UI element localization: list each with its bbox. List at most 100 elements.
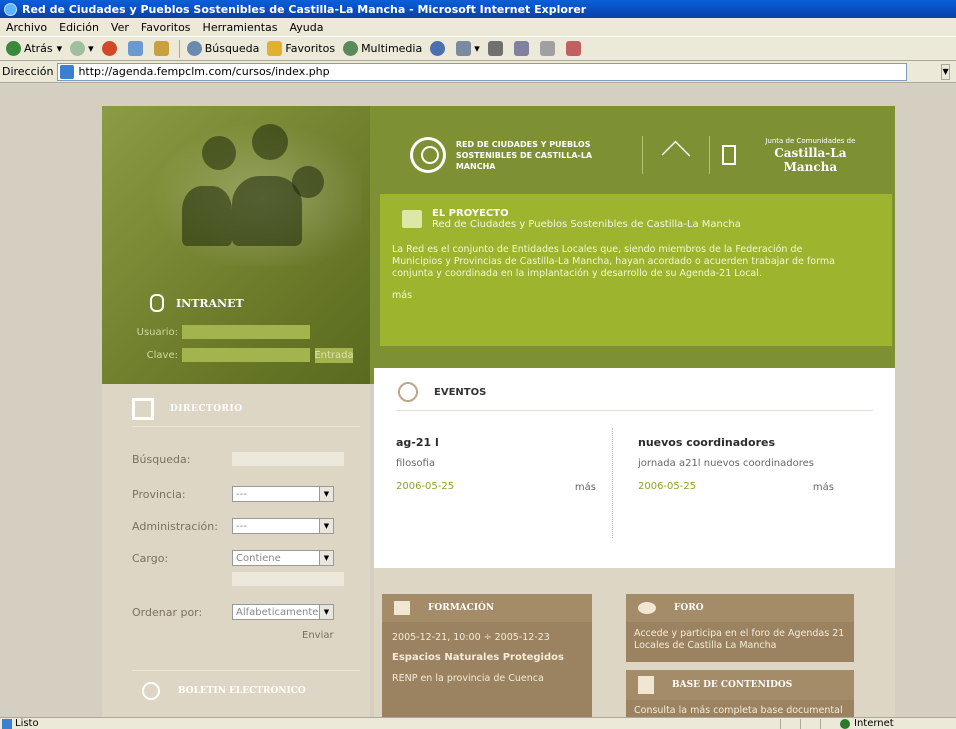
forward-arrow-icon [70, 41, 86, 56]
discuss-button[interactable] [536, 41, 562, 56]
base-title: BASE DE CONTENIDOS [672, 680, 793, 690]
multimedia-button[interactable]: Multimedia [339, 41, 426, 56]
orden-row: Ordenar por: Alfabeticamente ▼ [132, 604, 334, 620]
stop-icon [101, 41, 117, 56]
orden-value: Alfabeticamente [236, 606, 319, 618]
intranet-panel: INTRANET Usuario: Clave: Entrada [102, 106, 370, 384]
red-logo-icon[interactable] [410, 137, 446, 173]
foro-body[interactable]: Accede y participa en el foro de Agendas… [626, 622, 854, 662]
event-desc: filosofia [396, 458, 435, 469]
base-box: BASE DE CONTENIDOS Consulta la más compl… [626, 670, 854, 717]
back-button[interactable]: Atrás ▾ [2, 41, 66, 56]
menu-herramientas[interactable]: Herramientas [197, 21, 284, 34]
window-title: Red de Ciudades y Pueblos Sostenibles de… [22, 2, 587, 16]
print-button[interactable] [484, 41, 510, 56]
proyecto-title: EL PROYECTO [432, 208, 509, 219]
cargo-select[interactable]: Contiene ▼ [232, 550, 334, 566]
history-button[interactable] [426, 41, 452, 56]
menu-bar: Archivo Edición Ver Favoritos Herramient… [0, 18, 956, 36]
search-row: Búsqueda: [132, 452, 344, 466]
speech-bubble-icon [638, 602, 656, 614]
home-button[interactable] [150, 41, 176, 56]
eventos-panel: EVENTOS ag-21 l filosofia 2006-05-25 más… [374, 368, 895, 568]
event-more-link[interactable]: más [575, 482, 596, 493]
event-title[interactable]: nuevos coordinadores [638, 436, 834, 449]
history-icon [430, 41, 446, 56]
menu-ayuda[interactable]: Ayuda [283, 21, 329, 34]
jccm-logo[interactable]: Junta de Comunidades de Castilla-La Manc… [746, 137, 875, 174]
proyecto-body: La Red es el conjunto de Entidades Local… [392, 244, 835, 279]
refresh-button[interactable] [124, 41, 150, 56]
favorites-button[interactable]: Favoritos [263, 41, 339, 56]
cargo-row: Cargo: Contiene ▼ [132, 550, 334, 566]
stop-button[interactable] [98, 41, 124, 56]
event-title[interactable]: ag-21 l [396, 436, 596, 449]
menu-ver[interactable]: Ver [105, 21, 135, 34]
shield-icon [721, 145, 736, 165]
provincia-select[interactable]: --- ▼ [232, 486, 334, 502]
cargo-text-input[interactable] [232, 572, 344, 586]
page-status-icon [2, 718, 12, 729]
chevron-down-icon: ▼ [319, 605, 333, 619]
orden-select[interactable]: Alfabeticamente ▼ [232, 604, 334, 620]
book-icon [402, 210, 422, 228]
security-zone: Internet [840, 718, 894, 729]
formacion-box: FORMACIÓN 2005-12-21, 10:00 ÷ 2005-12-23… [382, 594, 592, 717]
directory-search-input[interactable] [232, 452, 344, 466]
intranet-heading: INTRANET [150, 294, 244, 312]
search-button[interactable]: Búsqueda [183, 41, 264, 56]
home-icon [153, 41, 169, 56]
boletin-heading[interactable]: BOLETIN ELECTRONICO [142, 682, 306, 700]
search-icon [186, 41, 202, 56]
foro-title: FORO [674, 603, 704, 613]
intranet-title: INTRANET [176, 296, 244, 310]
admin-label: Administración: [132, 519, 218, 533]
boletin-title: BOLETIN ELECTRONICO [178, 686, 306, 696]
messenger-button[interactable] [562, 41, 588, 56]
password-row: Clave: [132, 348, 310, 362]
formacion-body: 2005-12-21, 10:00 ÷ 2005-12-23 Espacios … [382, 622, 592, 717]
menu-archivo[interactable]: Archivo [0, 21, 53, 34]
eventos-title: EVENTOS [434, 386, 487, 398]
directorio-submit-button[interactable]: Enviar [302, 630, 334, 641]
print-icon [487, 41, 503, 56]
refresh-icon [127, 41, 143, 56]
proyecto-more-link[interactable]: más [392, 290, 880, 301]
directorio-title: DIRECTORIO [170, 404, 243, 414]
chevron-down-icon: ▼ [319, 487, 333, 501]
event-date: 2006-05-25 [638, 481, 697, 492]
back-label: Atrás [24, 42, 53, 55]
star-icon [267, 41, 283, 56]
password-label: Clave: [146, 349, 178, 361]
provincia-row: Provincia: --- ▼ [132, 486, 334, 502]
newsletter-icon [142, 682, 160, 700]
address-dropdown-button[interactable]: ▼ [941, 63, 950, 80]
user-input[interactable] [182, 325, 310, 339]
base-heading[interactable]: BASE DE CONTENIDOS [626, 670, 854, 700]
address-label: Dirección [2, 65, 54, 78]
menu-favoritos[interactable]: Favoritos [135, 21, 197, 34]
event-more-link[interactable]: más [813, 482, 834, 493]
mail-button[interactable]: ▾ [452, 41, 484, 56]
admin-select[interactable]: --- ▼ [232, 518, 334, 534]
chevron-down-icon: ▼ [319, 551, 333, 565]
address-url: http://agenda.fempclm.com/cursos/index.p… [78, 65, 330, 78]
favorites-label: Favoritos [285, 42, 336, 55]
team-photo [142, 116, 362, 266]
forward-button[interactable]: ▾ [66, 41, 98, 56]
base-body[interactable]: Consulta la más completa base documental [626, 700, 854, 717]
chevron-down-icon: ▼ [942, 67, 949, 76]
foro-heading[interactable]: FORO [626, 594, 854, 622]
menu-edicion[interactable]: Edición [53, 21, 105, 34]
formacion-heading[interactable]: FORMACIÓN [382, 594, 592, 622]
edit-button[interactable] [510, 41, 536, 56]
login-button[interactable]: Entrada [314, 348, 354, 363]
password-input[interactable] [182, 348, 310, 362]
browser-viewport: INTRANET Usuario: Clave: Entrada RED DE … [0, 84, 956, 717]
formacion-course[interactable]: Espacios Naturales Protegidos [392, 652, 582, 664]
status-text: Listo [15, 718, 39, 729]
mail-icon [456, 41, 472, 56]
formacion-title: FORMACIÓN [428, 603, 495, 613]
header-banner: RED DE CIUDADES Y PUEBLOS SOSTENIBLES DE… [370, 106, 895, 384]
address-input[interactable]: http://agenda.fempclm.com/cursos/index.p… [57, 62, 908, 81]
